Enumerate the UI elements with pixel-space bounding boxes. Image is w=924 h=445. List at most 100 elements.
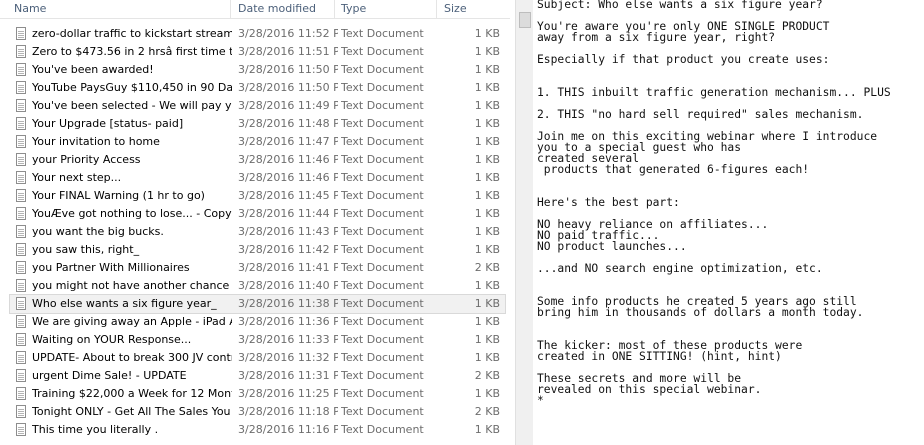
file-name: YouTube PaysGuy $110,450 in 90 Days! <box>32 81 232 94</box>
file-name: you might not have another chance <box>32 279 230 292</box>
file-size: 1 KB <box>474 351 500 364</box>
file-date-modified: 3/28/2016 11:33 PM <box>238 333 338 346</box>
file-row[interactable]: Your next step...3/28/2016 11:46 PMText … <box>10 169 505 187</box>
column-type[interactable]: Type <box>341 2 366 15</box>
text-document-icon <box>16 261 26 274</box>
file-name: You've been selected - We will pay you) <box>32 99 232 112</box>
text-document-icon <box>16 81 26 94</box>
preview-line <box>537 319 922 330</box>
file-row[interactable]: This time you literally . 3/28/2016 11:16… <box>10 421 505 439</box>
file-row[interactable]: YouTube PaysGuy $110,450 in 90 Days! 3/28… <box>10 79 505 97</box>
file-name: Your next step... <box>32 171 122 184</box>
file-size: 1 KB <box>474 81 500 94</box>
file-row[interactable]: Your Upgrade [status- paid] 3/28/2016 11:… <box>10 115 505 133</box>
file-size: 2 KB <box>474 261 500 274</box>
file-row[interactable]: YouÆve got nothing to lose... - Copy 3/28… <box>10 205 505 223</box>
file-date-modified: 3/28/2016 11:49 PM <box>238 99 338 112</box>
file-row[interactable]: Zero to $473.56 in 2 hrsâ first time the… <box>10 43 505 61</box>
file-size: 1 KB <box>474 153 500 166</box>
file-name: Tonight ONLY - Get All The Sales You W..… <box>32 405 232 418</box>
text-document-icon <box>16 27 26 40</box>
column-name[interactable]: Name <box>14 2 46 15</box>
file-date-modified: 3/28/2016 11:16 PM <box>238 423 338 436</box>
file-date-modified: 3/28/2016 11:36 PM <box>238 315 338 328</box>
preview-line: * <box>537 394 544 407</box>
preview-line: products that generated 6-figures each! <box>537 163 810 176</box>
text-document-icon <box>16 423 26 436</box>
text-document-icon <box>16 99 26 112</box>
file-size: 1 KB <box>474 315 500 328</box>
column-size[interactable]: Size <box>444 2 467 15</box>
column-divider[interactable] <box>334 0 335 18</box>
text-document-icon <box>16 315 26 328</box>
file-row[interactable]: UPDATE- About to break 300 JV contribu..… <box>10 349 505 367</box>
file-row[interactable]: You've been selected - We will pay you) 3… <box>10 97 505 115</box>
file-size: 1 KB <box>474 243 500 256</box>
file-date-modified: 3/28/2016 11:52 PM <box>238 27 338 40</box>
file-row[interactable]: you want the big bucks. 3/28/2016 11:43 P… <box>10 223 505 241</box>
scrollbar-thumb[interactable] <box>519 12 531 28</box>
file-row[interactable]: Waiting on YOUR Response... 3/28/2016 11:… <box>10 331 505 349</box>
file-list-pane: Name Date modified Type Size zero-dollar… <box>0 0 510 445</box>
file-date-modified: 3/28/2016 11:43 PM <box>238 225 338 238</box>
file-row[interactable]: We are giving away an Apple - iPad Air (… <box>10 313 505 331</box>
file-size: 1 KB <box>474 207 500 220</box>
text-document-icon <box>16 135 26 148</box>
file-row[interactable]: zero-dollar traffic to kickstart streams… <box>10 25 505 43</box>
file-name: your Priority Access <box>32 153 141 166</box>
file-name: This time you literally . <box>32 423 159 436</box>
text-document-icon <box>16 279 26 292</box>
file-size: 2 KB <box>474 369 500 382</box>
text-document-icon <box>16 225 26 238</box>
column-divider[interactable] <box>230 0 231 18</box>
file-size: 2 KB <box>474 405 500 418</box>
file-row[interactable]: You've been awarded!3/28/2016 11:50 PMTe… <box>10 61 505 79</box>
text-document-icon <box>16 189 26 202</box>
file-row[interactable]: Who else wants a six figure year_ 3/28/20… <box>9 294 506 314</box>
file-name: Your FINAL Warning (1 hr to go) <box>32 189 205 202</box>
file-row[interactable]: Training $22,000 a Week for 12 Months 3/2… <box>10 385 505 403</box>
file-row[interactable]: you saw this, right_3/28/2016 11:42 PMTe… <box>10 241 505 259</box>
file-size: 1 KB <box>474 99 500 112</box>
preview-pane: Subject: Who else wants a six figure yea… <box>515 0 924 445</box>
file-row[interactable]: Your FINAL Warning (1 hr to go) 3/28/2016… <box>10 187 505 205</box>
file-name: you saw this, right_ <box>32 243 140 256</box>
preview-scrollbar[interactable] <box>515 0 533 445</box>
file-row[interactable]: you might not have another chance 3/28/20… <box>10 277 505 295</box>
text-document-icon <box>16 351 26 364</box>
file-row[interactable]: you Partner With Millionaires 3/28/2016 1… <box>10 259 505 277</box>
file-date-modified: 3/28/2016 11:50 PM <box>238 81 338 94</box>
file-size: 1 KB <box>474 63 500 76</box>
text-document-icon <box>16 369 26 382</box>
file-size: 1 KB <box>474 117 500 130</box>
text-document-icon <box>16 171 26 184</box>
preview-line: Especially if that product you create us… <box>537 53 830 66</box>
file-date-modified: 3/28/2016 11:41 PM <box>238 261 338 274</box>
text-document-icon <box>16 243 26 256</box>
text-document-icon <box>16 405 26 418</box>
file-row[interactable]: Tonight ONLY - Get All The Sales You W..… <box>10 403 505 421</box>
preview-line: NO product launches... <box>537 240 687 253</box>
file-size: 1 KB <box>474 297 500 310</box>
preview-line: created in ONE SITTING! (hint, hint) <box>537 350 782 363</box>
file-row[interactable]: urgent Dime Sale! - UPDATE 3/28/2016 11:3… <box>10 367 505 385</box>
column-divider[interactable] <box>436 0 437 18</box>
file-date-modified: 3/28/2016 11:44 PM <box>238 207 338 220</box>
file-date-modified: 3/28/2016 11:47 PM <box>238 135 338 148</box>
file-name: Training $22,000 a Week for 12 Months <box>32 387 232 400</box>
column-date-modified[interactable]: Date modified <box>238 2 316 15</box>
file-name: Your invitation to home <box>32 135 160 148</box>
file-size: 1 KB <box>474 333 500 346</box>
file-date-modified: 3/28/2016 11:46 PM <box>238 153 338 166</box>
file-size: 1 KB <box>474 423 500 436</box>
file-date-modified: 3/28/2016 11:25 PM <box>238 387 338 400</box>
file-date-modified: 3/28/2016 11:48 PM <box>238 117 338 130</box>
file-row[interactable]: your Priority Access3/28/2016 11:46 PMTe… <box>10 151 505 169</box>
preview-line: bring him in thousands of dollars a mont… <box>537 306 864 319</box>
file-date-modified: 3/28/2016 11:40 PM <box>238 279 338 292</box>
file-row[interactable]: Your invitation to home 3/28/2016 11:47 P… <box>10 133 505 151</box>
file-size: 1 KB <box>474 135 500 148</box>
file-size: 1 KB <box>474 171 500 184</box>
preview-line: away from a six figure year, right? <box>537 31 776 44</box>
file-size: 1 KB <box>474 387 500 400</box>
